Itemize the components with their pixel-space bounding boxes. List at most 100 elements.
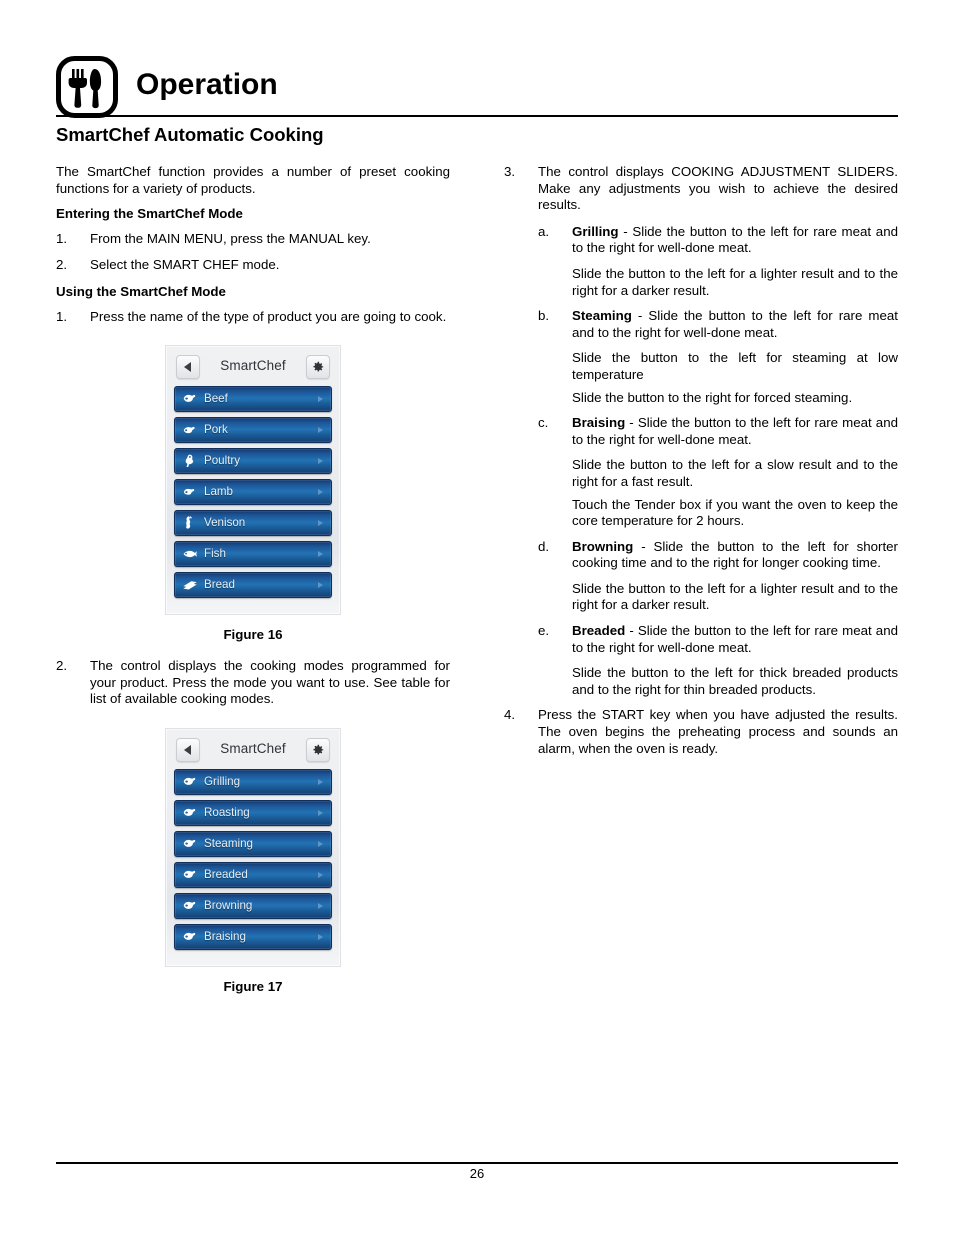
chevron-right-icon: [318, 933, 323, 940]
beef-icon: [182, 391, 198, 407]
intro-paragraph: The SmartChef function provides a number…: [56, 164, 450, 196]
menu-item-grilling[interactable]: Grilling: [174, 768, 332, 795]
subheading-using: Using the SmartChef Mode: [56, 283, 226, 299]
chevron-right-icon: [318, 582, 323, 589]
menu-item-poultry[interactable]: Poultry: [174, 448, 332, 475]
list-item-text: From the MAIN MENU, press the MANUAL key…: [90, 230, 371, 246]
left-column: The SmartChef function provides a number…: [56, 164, 450, 994]
menu-item-venison[interactable]: Venison: [174, 510, 332, 537]
beef-icon: [182, 898, 198, 914]
smartchef-screen-modes: SmartChef Grilling Roasting Steaming Bre…: [165, 727, 341, 967]
list-item-text: Select the SMART CHEF mode.: [90, 257, 280, 273]
menu-item-browning[interactable]: Browning: [174, 892, 332, 919]
header-divider: [56, 115, 898, 117]
chevron-right-icon: [318, 489, 323, 496]
figure-16: SmartChef Beef Pork Poultry Lamb Venison…: [56, 345, 450, 642]
bread-icon: [182, 577, 198, 593]
sub-list-term: Browning: [572, 538, 634, 554]
figure-17: SmartChef Grilling Roasting Steaming Bre…: [56, 727, 450, 994]
list-item: 3. The control displays COOKING ADJUSTME…: [504, 164, 898, 214]
sub-paragraph: Slide the button to the left for a light…: [572, 580, 898, 613]
menu-item-pork[interactable]: Pork: [174, 417, 332, 444]
list-marker: 3.: [504, 164, 516, 179]
menu-item-breaded[interactable]: Breaded: [174, 861, 332, 888]
right-column: 3. The control displays COOKING ADJUSTME…: [504, 164, 898, 767]
menu-item-label: Breaded: [204, 867, 248, 881]
list-item-text: Press the START key when you have adjust…: [538, 707, 898, 756]
figure-caption: Figure 17: [223, 978, 283, 994]
chevron-right-icon: [318, 778, 323, 785]
screen-titlebar: SmartChef: [174, 737, 332, 763]
sub-paragraph: Slide the button to the right for forced…: [572, 389, 853, 405]
lamb-icon: [182, 484, 198, 500]
menu-item-label: Steaming: [204, 836, 253, 850]
sub-list-item: a. Grilling - Slide the button to the le…: [538, 224, 898, 257]
smartchef-screen-products: SmartChef Beef Pork Poultry Lamb Venison…: [165, 345, 341, 616]
sub-list-term: Braising: [572, 415, 626, 431]
beef-icon: [182, 836, 198, 852]
sub-list-term: Grilling: [572, 223, 619, 239]
chevron-right-icon: [318, 840, 323, 847]
chevron-right-icon: [318, 809, 323, 816]
sub-list-marker: c.: [538, 415, 549, 431]
menu-item-label: Roasting: [204, 805, 250, 819]
gear-icon[interactable]: [306, 737, 330, 762]
list-item-text: The control displays COOKING ADJUSTMENT …: [538, 164, 898, 213]
sub-paragraph: Slide the button to the left for a light…: [572, 265, 898, 298]
product-menu-list: Beef Pork Poultry Lamb Venison Fish Brea…: [172, 386, 334, 599]
menu-item-label: Beef: [204, 392, 228, 406]
fork-knife-icon: [56, 56, 118, 118]
sub-list-term: Breaded: [572, 623, 626, 639]
list-item-text: The control displays the cooking modes p…: [90, 658, 450, 707]
menu-item-label: Pork: [204, 423, 228, 437]
menu-item-bread[interactable]: Bread: [174, 572, 332, 599]
chevron-right-icon: [318, 871, 323, 878]
sub-list-item: d. Browning - Slide the button to the le…: [538, 539, 898, 572]
menu-item-steaming[interactable]: Steaming: [174, 830, 332, 857]
sub-list-marker: b.: [538, 308, 550, 324]
poultry-icon: [182, 453, 198, 469]
list-item: 2. Select the SMART CHEF mode.: [56, 257, 450, 274]
sub-list-item: e. Breaded - Slide the button to the lef…: [538, 623, 898, 656]
sub-paragraph: Slide the button to the left for a slow …: [572, 457, 898, 489]
pork-icon: [182, 422, 198, 438]
sub-list-item: c. Braising - Slide the button to the le…: [538, 415, 898, 448]
gear-glyph: [307, 739, 329, 761]
venison-icon: [182, 515, 198, 531]
list-item: 1. Press the name of the type of product…: [56, 309, 450, 326]
sub-list-item: b. Steaming - Slide the button to the le…: [538, 308, 898, 341]
menu-item-label: Grilling: [204, 774, 241, 788]
list-marker: 4.: [504, 707, 516, 723]
sub-list-marker: e.: [538, 623, 550, 639]
menu-item-roasting[interactable]: Roasting: [174, 799, 332, 826]
menu-item-fish[interactable]: Fish: [174, 541, 332, 568]
list-item: 4. Press the START key when you have adj…: [504, 707, 898, 757]
footer-divider: [56, 1162, 898, 1164]
sub-paragraph: Touch the Tender box if you want the ove…: [572, 496, 898, 529]
figure-caption: Figure 16: [223, 627, 283, 643]
list-item-text: Press the name of the type of product yo…: [90, 308, 447, 324]
menu-item-beef[interactable]: Beef: [174, 386, 332, 413]
sub-paragraph: Slide the button to the left for steamin…: [572, 350, 898, 382]
sub-list-marker: d.: [538, 538, 550, 554]
list-marker: 1.: [56, 230, 68, 246]
fish-icon: [182, 546, 198, 562]
gear-glyph: [307, 356, 329, 378]
gear-icon[interactable]: [306, 355, 330, 380]
menu-item-label: Venison: [204, 516, 246, 530]
beef-icon: [182, 805, 198, 821]
beef-icon: [182, 867, 198, 883]
chevron-right-icon: [318, 396, 323, 403]
list-marker: 2.: [56, 257, 68, 273]
page-number: 26: [469, 1166, 485, 1181]
sub-list-marker: a.: [538, 223, 550, 239]
sub-paragraph: Slide the button to the left for thick b…: [572, 665, 898, 697]
page-title: Operation: [136, 68, 278, 101]
menu-item-braising[interactable]: Braising: [174, 923, 332, 950]
chevron-right-icon: [318, 458, 323, 465]
subheading-entering: Entering the SmartChef Mode: [56, 206, 243, 222]
section-title: SmartChef Automatic Cooking: [56, 124, 324, 145]
menu-item-label: Lamb: [204, 485, 234, 499]
menu-item-lamb[interactable]: Lamb: [174, 479, 332, 506]
beef-icon: [182, 929, 198, 945]
